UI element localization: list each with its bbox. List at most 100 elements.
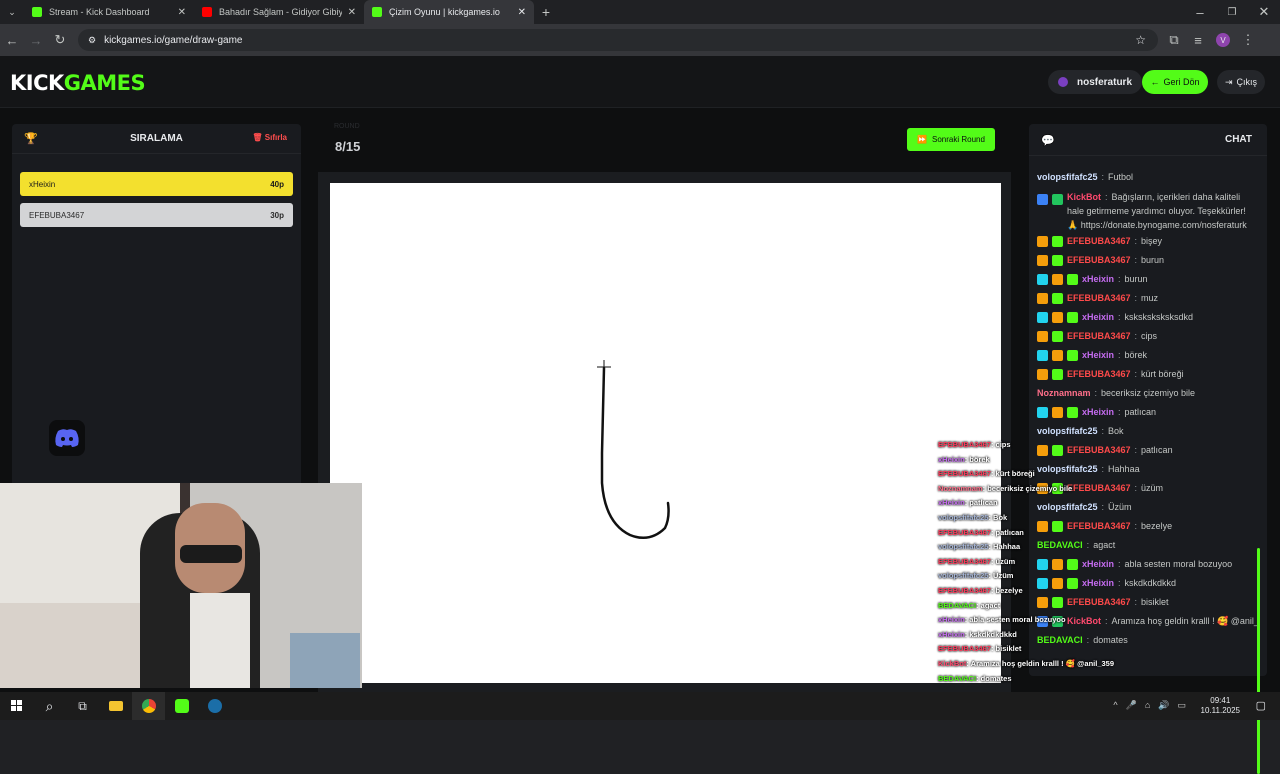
overlay-text: börek [969,454,990,464]
chat-username[interactable]: volopsfifafc25 [1037,172,1098,182]
site-header: KICKGAMES nosferaturk ← Geri Dön ⇥ Çıkış [0,56,1280,108]
new-tab-icon[interactable]: + [534,4,558,20]
chat-badge-icon [1052,369,1063,380]
file-explorer-icon[interactable] [99,692,132,720]
search-icon[interactable]: ⌕ [33,692,66,720]
menu-icon[interactable]: ⋮ [1236,32,1260,48]
chat-separator: : [1134,597,1138,607]
chat-text: abla sesten moral bozuyoo [1124,559,1233,569]
chat-badge-icon [1052,293,1063,304]
chat-username[interactable]: EFEBUBA3467 [1067,331,1131,341]
address-bar[interactable]: ⚙ kickgames.io/game/draw-game ☆ [78,29,1158,51]
kickgames-logo[interactable]: KICKGAMES [10,71,146,95]
reset-button[interactable]: 🗑 Sıfırla [252,133,287,142]
drawing-stroke [597,360,670,540]
tab-search-icon[interactable]: ⌄ [0,7,24,18]
media-icon[interactable]: ≡ [1186,33,1210,48]
player-name: xHeixin [29,179,56,189]
chat-separator: : [1134,445,1138,455]
site-info-icon[interactable]: ⚙ [88,35,96,46]
network-icon[interactable]: ⌂ [1145,700,1150,711]
chat-username[interactable]: xHeixin [1082,407,1114,417]
drawing-canvas[interactable] [330,183,1001,683]
steam-icon[interactable] [198,692,231,720]
chat-badge-icon [1037,194,1048,205]
chat-message-body: KickBot: Bağışların, içerikleri daha kali… [1067,190,1257,232]
chat-username[interactable]: EFEBUBA3467 [1067,255,1131,265]
tab-kickgames[interactable]: Çizim Oyunu | kickgames.io ✕ [364,0,534,24]
chat-username[interactable]: EFEBUBA3467 [1067,236,1131,246]
volume-icon[interactable]: 🔊 [1158,700,1169,711]
discord-icon[interactable] [49,420,85,456]
chat-username[interactable]: KickBot [1067,192,1101,202]
user-chip[interactable]: nosferaturk [1048,70,1143,94]
chat-badge-icon [1037,255,1048,266]
chat-separator: : [1118,578,1121,588]
back-icon[interactable]: ← [0,33,24,48]
minimize-icon[interactable]: – [1184,5,1216,20]
system-clock[interactable]: 09:41 10.11.2025 [1201,696,1240,716]
profile-avatar[interactable]: V [1216,33,1230,47]
tab-youtube[interactable]: Bahadır Sağlam - Gidiyor Gibiyi ✕ [194,0,364,24]
chat-message-body: xHeixin: patlıcan [1082,403,1156,422]
overlay-username: BEDAVACI [938,600,977,610]
forward-icon[interactable]: → [24,33,48,48]
tab-kick-dashboard[interactable]: Stream - Kick Dashboard ✕ [24,0,194,24]
overlay-username: BEDAVACI [938,673,977,683]
chat-separator: : [1118,274,1121,284]
restore-icon[interactable]: ❐ [1216,7,1248,18]
close-tab-icon[interactable]: ✕ [178,7,186,18]
tray-chevron-icon[interactable]: ^ [1113,700,1117,711]
close-tab-icon[interactable]: ✕ [518,7,526,18]
chat-message: xHeixin: börek [1035,346,1257,365]
extensions-icon[interactable]: ⧉ [1162,32,1186,48]
tab-title: Bahadır Sağlam - Gidiyor Gibiyi [219,7,342,17]
back-button[interactable]: ← Geri Dön [1142,70,1208,94]
chat-text: patlıcan [1124,407,1157,417]
chat-text: kskdkdkdkkd [1124,578,1177,588]
kick-app-icon[interactable] [165,692,198,720]
url-text: kickgames.io/game/draw-game [104,34,243,46]
chat-username[interactable]: EFEBUBA3467 [1067,293,1131,303]
webcam-overlay [0,483,362,688]
chat-text: domates [1093,635,1128,645]
chat-message-body: volopsfifafc25: Futbol [1037,168,1133,187]
chat-separator: : [1118,407,1121,417]
overlay-username: xHeixin [938,454,965,464]
task-view-icon[interactable]: ⧉ [66,692,99,720]
overlay-message: volopsfifafc25: Üzüm [938,569,1098,584]
overlay-message: EFEBUBA3467: cips [938,438,1098,453]
bookmark-star-icon[interactable]: ☆ [1135,33,1146,47]
chat-text: muz [1141,293,1159,303]
chat-badge-icon [1067,312,1078,323]
chat-badge-icon [1067,350,1078,361]
player-row: xHeixin 40p [20,172,293,196]
microphone-icon[interactable]: 🎤 [1126,700,1137,711]
chat-username[interactable]: Noznamnam [1037,388,1091,398]
chat-separator: : [1101,464,1105,474]
exit-button[interactable]: ⇥ Çıkış [1217,70,1265,94]
close-tab-icon[interactable]: ✕ [348,7,356,18]
chat-username[interactable]: volopsfifafc25 [1037,426,1098,436]
chat-username[interactable]: xHeixin [1082,274,1114,284]
battery-icon[interactable]: ▭ [1177,700,1186,711]
overlay-message: BEDAVACI: agact [938,599,1098,614]
chat-separator: : [1134,255,1138,265]
chat-username[interactable]: xHeixin [1082,312,1114,322]
chat-separator: : [1101,502,1105,512]
overlay-text: Aramıza hoş geldin kralll ! 🥰 @anil_359 [970,658,1115,668]
close-window-icon[interactable]: ✕ [1248,4,1280,20]
notification-icon[interactable]: ▢ [1256,699,1266,712]
next-round-button[interactable]: ⏩ Sonraki Round [907,128,995,151]
chat-text: patlıcan [1141,445,1173,455]
chat-username[interactable]: xHeixin [1082,350,1114,360]
overlay-message: xHeixin: börek [938,453,1098,468]
chat-scrollbar[interactable] [1257,548,1260,774]
chat-message: EFEBUBA3467: cips [1035,327,1257,346]
reload-icon[interactable]: ↻ [48,32,72,48]
chat-username[interactable]: EFEBUBA3467 [1067,369,1131,379]
windows-start-icon[interactable] [0,692,33,720]
chrome-icon[interactable] [132,692,165,720]
avatar [1058,77,1068,87]
player-points: 30p [270,210,284,220]
